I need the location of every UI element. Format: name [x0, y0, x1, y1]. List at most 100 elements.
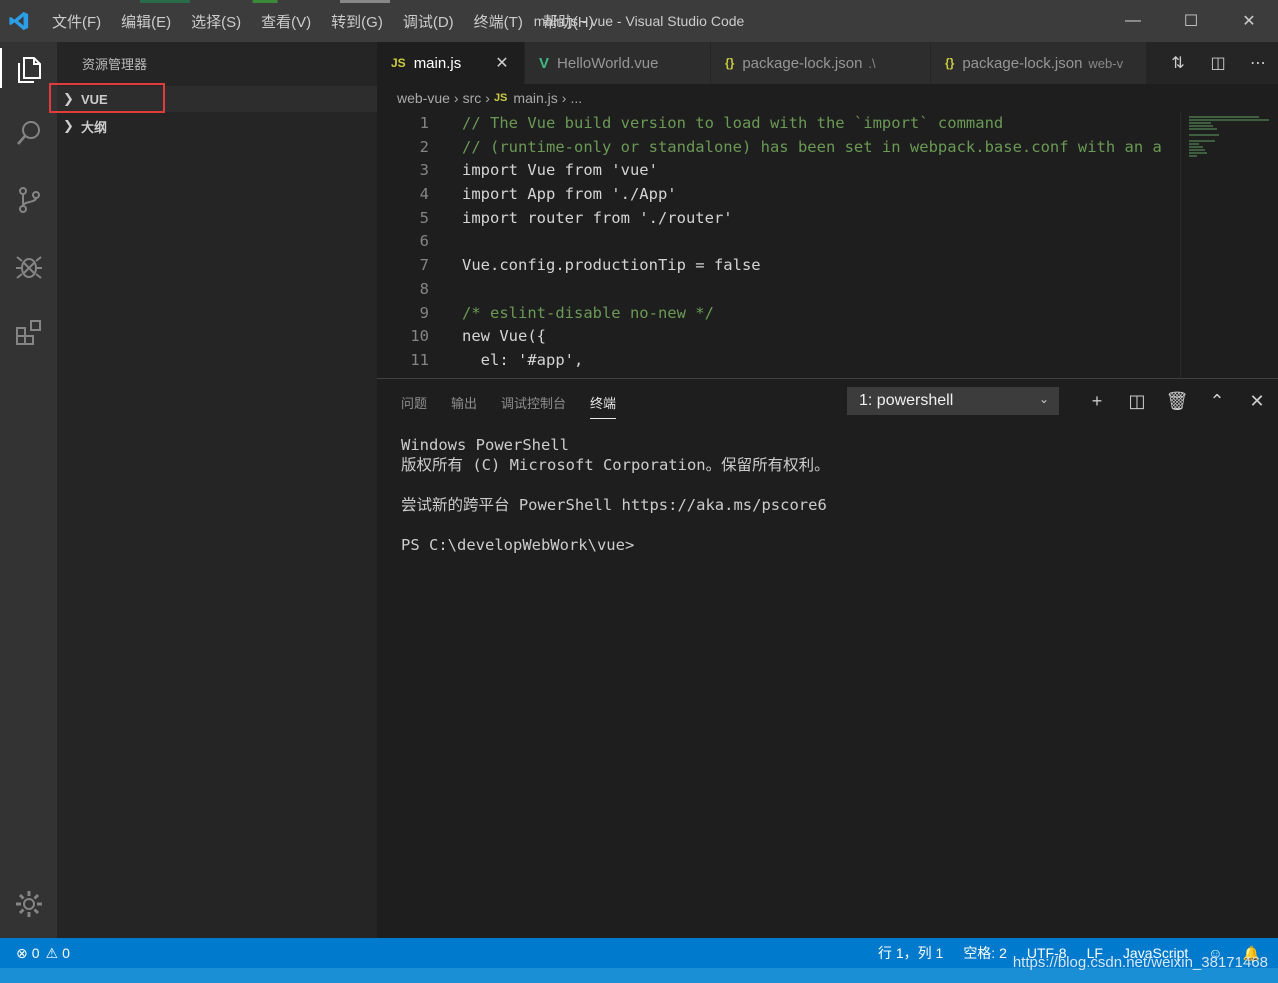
explorer-sidebar: 资源管理器 ❯ VUE ❯ 大纲	[57, 42, 377, 938]
maximize-button[interactable]: ☐	[1162, 0, 1220, 42]
tab-problems[interactable]: 问题	[401, 393, 427, 419]
tab-terminal[interactable]: 终端	[590, 393, 617, 419]
breadcrumb-item[interactable]: main.js	[513, 90, 557, 106]
line-number: 1	[419, 114, 429, 132]
menu-terminal[interactable]: 终端(T)	[464, 11, 533, 32]
line-number: 5	[419, 208, 429, 227]
tab-label: package-lock.json	[962, 54, 1083, 72]
tab-label: main.js	[413, 54, 462, 72]
editor-actions: ⇅ ◫ ⋯	[1158, 42, 1278, 84]
new-terminal-icon[interactable]: +	[1077, 387, 1117, 415]
code-text: // (runtime-only or standalone) has been…	[462, 137, 1162, 156]
code-line: 8	[377, 278, 1180, 302]
watermark: https://blog.csdn.net/weixin_38171468	[1012, 954, 1268, 971]
compare-changes-icon[interactable]: ⇅	[1158, 53, 1198, 73]
indentation[interactable]: 空格: 2	[963, 943, 1007, 963]
close-tab-icon[interactable]: ✕	[495, 53, 508, 73]
code-line: 9 /* eslint-disable no-new */	[377, 302, 1180, 326]
terminal-output[interactable]: Windows PowerShell 版权所有 (C) Microsoft Co…	[401, 435, 830, 555]
line-number: 4	[419, 185, 429, 204]
json-file-icon: {}	[945, 56, 955, 70]
menu-bar: 文件(F) 编辑(E) 选择(S) 查看(V) 转到(G) 调试(D) 终端(T…	[42, 0, 604, 42]
tab-debug-console[interactable]: 调试控制台	[501, 393, 566, 419]
panel-tabs: 问题 输出 调试控制台 终端	[401, 393, 640, 419]
status-problems[interactable]: ⊗ 0 ⚠ 0	[16, 938, 70, 968]
maximize-panel-icon[interactable]: ⌃	[1197, 387, 1237, 415]
close-panel-icon[interactable]: ✕	[1237, 387, 1277, 415]
kill-terminal-icon[interactable]: 🗑	[1157, 387, 1197, 415]
breadcrumb-item[interactable]: src	[463, 90, 482, 106]
code-text: // The Vue build version to load with th…	[462, 114, 1004, 132]
tab-output[interactable]: 输出	[451, 393, 477, 419]
debug-icon	[15, 256, 42, 279]
debug-button[interactable]	[0, 242, 57, 290]
files-icon	[17, 57, 41, 83]
line-number: 6	[419, 232, 429, 251]
source-control-button[interactable]	[0, 176, 57, 224]
tab-main-js[interactable]: JS main.js ✕	[377, 42, 525, 84]
breadcrumb: web-vue › src › JS main.js › ...	[377, 84, 582, 112]
code-line: 3 import Vue from 'vue'	[377, 159, 1180, 183]
minimap[interactable]	[1180, 112, 1278, 378]
search-icon	[16, 121, 40, 145]
warning-icon: ⚠	[45, 944, 59, 961]
code-editor[interactable]: 1 // The Vue build version to load with …	[377, 112, 1180, 378]
activity-bar	[0, 42, 57, 938]
code-text: import Vue from 'vue'	[462, 161, 658, 180]
cursor-position[interactable]: 行 1，列 1	[878, 943, 943, 963]
code-text: import router from './router'	[462, 208, 733, 227]
panel-actions: + ◫ 🗑 ⌃ ✕	[1077, 387, 1277, 415]
terminal-line: PS C:\developWebWork\vue>	[401, 536, 635, 554]
menu-debug[interactable]: 调试(D)	[393, 11, 464, 32]
chevron-right-icon: ›	[485, 90, 490, 106]
terminal-select-value: 1: powershell	[859, 392, 954, 409]
tab-helloworld-vue[interactable]: V HelloWorld.vue	[525, 42, 711, 84]
chevron-right-icon: ›	[453, 90, 459, 106]
menu-go[interactable]: 转到(G)	[321, 11, 393, 32]
explorer-section-outline[interactable]: ❯ 大纲	[57, 113, 377, 139]
extensions-button[interactable]	[0, 308, 57, 356]
split-editor-icon[interactable]: ◫	[1198, 53, 1238, 73]
tab-package-lock-1[interactable]: {} package-lock.json .\	[711, 42, 931, 84]
code-line: 4 import App from './App'	[377, 183, 1180, 207]
code-text: import App from './App'	[462, 185, 677, 204]
chevron-right-icon: ❯	[63, 118, 74, 133]
search-button[interactable]	[0, 110, 57, 158]
minimize-button[interactable]: —	[1104, 0, 1162, 42]
breadcrumb-item[interactable]: web-vue	[397, 90, 450, 106]
code-line: 1 // The Vue build version to load with …	[377, 112, 1180, 136]
menu-file[interactable]: 文件(F)	[42, 11, 111, 32]
code-line: 2 // (runtime-only or standalone) has be…	[377, 136, 1180, 160]
more-actions-icon[interactable]: ⋯	[1238, 53, 1278, 73]
settings-gear-icon	[15, 891, 42, 917]
terminal-line: 尝试新的跨平台 PowerShell https://aka.ms/pscore…	[401, 496, 827, 514]
bottom-panel: 问题 输出 调试控制台 终端 1: powershell ⌄ + ◫ 🗑 ⌃ ✕…	[377, 378, 1278, 939]
code-text: Vue.config.productionTip = false	[462, 256, 761, 275]
line-number: 2	[419, 137, 429, 156]
window-controls: — ☐ ✕	[1104, 0, 1278, 42]
breadcrumb-item[interactable]: ...	[570, 90, 582, 106]
tab-package-lock-2[interactable]: {} package-lock.json web-v	[931, 42, 1147, 84]
manage-button[interactable]	[0, 880, 57, 928]
menu-help[interactable]: 帮助(H)	[533, 11, 604, 32]
chevron-right-icon: ›	[561, 90, 567, 106]
line-number: 8	[419, 279, 429, 298]
code-line: 11 el: '#app',	[377, 349, 1180, 373]
line-number: 3	[419, 161, 429, 180]
tab-label: HelloWorld.vue	[557, 54, 659, 72]
json-file-icon: {}	[725, 56, 735, 70]
close-window-button[interactable]: ✕	[1220, 0, 1278, 42]
menu-view[interactable]: 查看(V)	[251, 11, 321, 32]
javascript-file-icon: JS	[391, 56, 406, 70]
code-text: /* eslint-disable no-new */	[462, 303, 714, 322]
line-number: 7	[419, 256, 429, 275]
javascript-file-icon: JS	[493, 92, 508, 104]
split-terminal-icon[interactable]: ◫	[1117, 387, 1157, 415]
menu-selection[interactable]: 选择(S)	[181, 11, 251, 32]
menu-edit[interactable]: 编辑(E)	[111, 11, 181, 32]
section-label: 大纲	[81, 119, 108, 135]
error-icon: ⊗	[16, 944, 28, 961]
terminal-select[interactable]: 1: powershell ⌄	[847, 387, 1059, 415]
